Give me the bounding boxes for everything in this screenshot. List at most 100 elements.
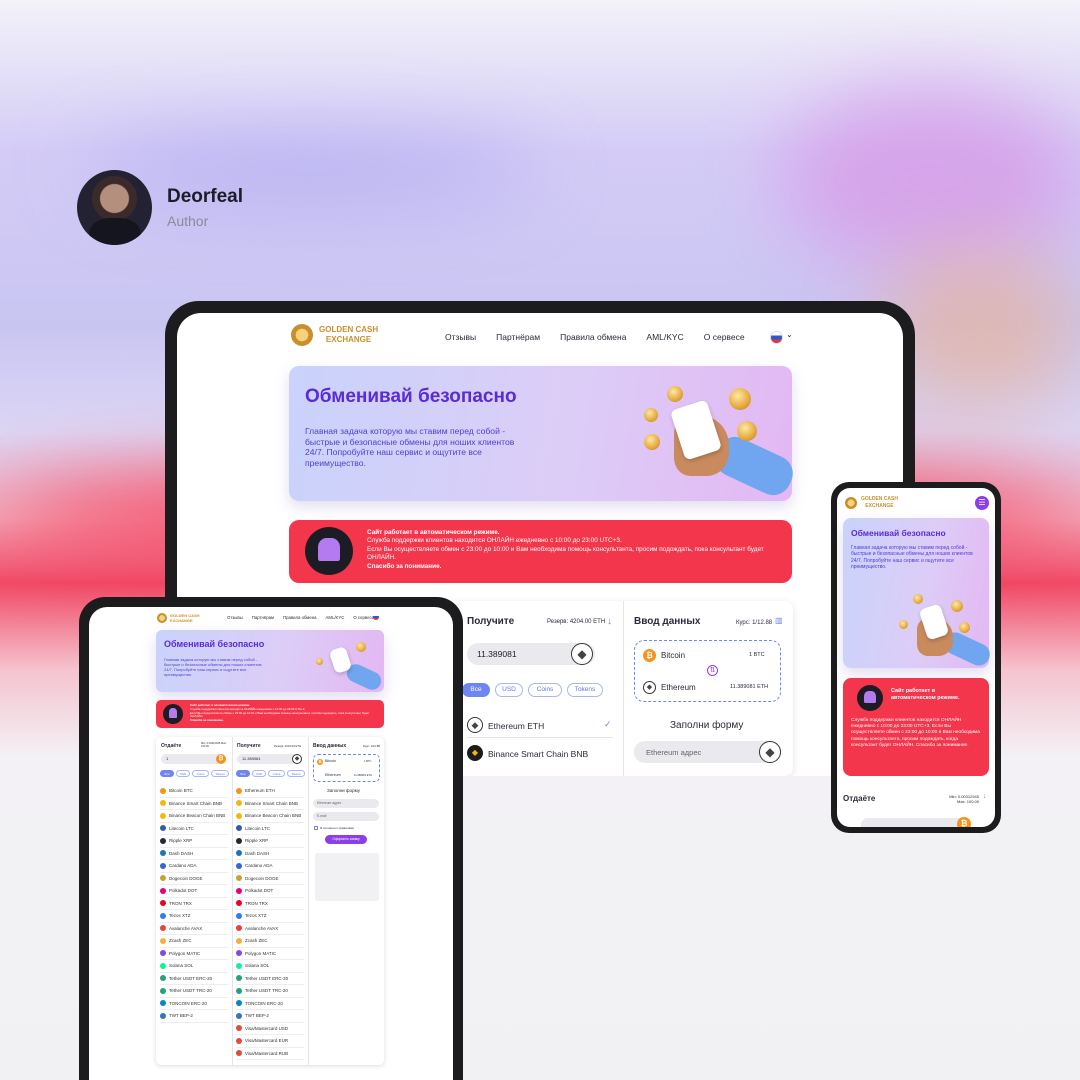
currency-item[interactable]: Dash DASH — [236, 848, 304, 860]
filter-usd[interactable]: USD — [176, 770, 190, 777]
currency-item[interactable]: Visa/Mastercard USD — [236, 1023, 304, 1035]
currency-item[interactable]: Tether USDT TRC-20 — [160, 985, 228, 998]
filter-tokens[interactable]: Tokens — [211, 770, 229, 777]
currency-item[interactable]: Solana SOL — [236, 960, 304, 973]
currency-item[interactable]: TONCOIN ERC-20 — [160, 998, 228, 1010]
logo[interactable]: GOLDEN CASH EXCHANGE — [157, 613, 200, 623]
currency-item[interactable]: Tezos XTZ — [236, 910, 304, 923]
currency-item[interactable]: Polkadot DOT — [160, 885, 228, 898]
currency-item[interactable]: TRON TRX — [160, 898, 228, 910]
currency-item[interactable]: TWT BEP-2 — [160, 1010, 228, 1023]
submit-button[interactable]: Оформить заявку — [325, 835, 367, 844]
currency-item[interactable]: Avalanche AVAX — [160, 923, 228, 935]
filter-coins[interactable]: Coins — [528, 683, 562, 697]
chart-icon[interactable]: ▥ — [775, 616, 783, 625]
nav-reviews[interactable]: Отзывы — [445, 332, 476, 342]
currency-item[interactable]: Visa/Mastercard EUR — [236, 1035, 304, 1048]
currency-item[interactable]: Litecoin LTC — [160, 823, 228, 835]
filter-usd[interactable]: USD — [495, 683, 523, 697]
give-amount-field[interactable] — [861, 818, 971, 827]
filter-tokens[interactable]: Tokens — [287, 770, 305, 777]
sort-arrow-icon[interactable]: ↓ — [983, 793, 987, 800]
currency-icon — [160, 812, 166, 819]
brand-line2: EXCHANGE — [170, 618, 193, 623]
email-field[interactable]: E-mail — [313, 812, 379, 821]
currency-item[interactable]: Cardano ADA — [160, 860, 228, 873]
currency-item[interactable]: Zcash ZEC — [160, 935, 228, 948]
bell-icon — [305, 527, 353, 575]
currency-icon — [160, 912, 166, 919]
currency-item[interactable]: Dogecoin DOGE — [160, 873, 228, 885]
check-icon: ✓ — [604, 719, 612, 729]
filter-all[interactable]: Все — [462, 683, 490, 697]
currency-item[interactable]: Tezos XTZ — [160, 910, 228, 923]
filter-all[interactable]: Все — [236, 770, 250, 777]
currency-item[interactable]: Polygon MATIC — [160, 948, 228, 960]
currency-label: Dash DASH — [245, 850, 270, 856]
chevron-down-icon[interactable]: ⌄ — [786, 330, 793, 339]
filter-all[interactable]: Все — [160, 770, 174, 777]
currency-item[interactable]: Binance Beacon Chain BNB — [236, 810, 304, 823]
currency-icon — [160, 1000, 166, 1007]
alert-text: Сайт работает в автоматическом режиме. Сл… — [190, 703, 378, 723]
nav-about[interactable]: О сервесе — [353, 615, 374, 620]
sort-arrow-icon[interactable]: ↓ — [607, 616, 612, 627]
nav-about[interactable]: О сервесе — [704, 332, 745, 342]
receive-amount-field[interactable]: 11.389081 — [237, 754, 299, 764]
alert-banner: Сайт работает в автоматическом режиме. Сл… — [156, 700, 384, 728]
nav-aml[interactable]: AML/KYC — [326, 615, 345, 620]
currency-item[interactable]: Zcash ZEC — [236, 935, 304, 948]
filter-usd[interactable]: USD — [252, 770, 266, 777]
currency-item[interactable]: TONCOIN ERC-20 — [236, 998, 304, 1010]
currency-label: Ripple XRP — [169, 838, 193, 844]
currency-item[interactable]: Ripple XRP — [160, 835, 228, 848]
currency-item[interactable]: Tether USDT ERC-20 — [236, 973, 304, 985]
bitcoin-icon: ₿ — [957, 817, 971, 827]
currency-item[interactable]: Cardano ADA — [236, 860, 304, 873]
currency-item[interactable]: Tether USDT TRC-20 — [236, 985, 304, 998]
currency-item[interactable]: Ethereum ETH — [236, 785, 304, 798]
hero-text: Главная задача которую мы ставим перед с… — [164, 657, 262, 677]
nav-rules[interactable]: Правила обмена — [560, 332, 626, 342]
currency-item[interactable]: Binance Smart Chain BNB — [236, 798, 304, 810]
nav-aml[interactable]: AML/KYC — [646, 332, 683, 342]
currency-item[interactable]: Avalanche AVAX — [236, 923, 304, 935]
currency-item[interactable]: Dogecoin DOGE — [236, 873, 304, 885]
nav-partners[interactable]: Партнёрам — [252, 615, 274, 620]
currency-item[interactable]: Bitcoin BTC — [160, 785, 228, 798]
currency-item[interactable]: Polygon MATIC — [236, 948, 304, 960]
nav-rules[interactable]: Правила обмена — [283, 615, 317, 620]
currency-item[interactable]: Binance Smart Chain BNB — [488, 749, 588, 759]
currency-item[interactable]: Litecoin LTC — [236, 823, 304, 835]
currency-item[interactable]: Polkadot DOT — [236, 885, 304, 898]
entry-rate: Курс: 1/12.88 — [736, 620, 773, 626]
currency-item[interactable]: Visa/Mastercard RUB — [236, 1048, 304, 1060]
currency-item[interactable]: Binance Smart Chain BNB — [160, 798, 228, 810]
currency-item[interactable]: Solana SOL — [160, 960, 228, 973]
currency-item[interactable]: Ethereum ETH — [488, 721, 544, 731]
form-title: Заполни форму — [670, 720, 744, 731]
filter-tokens[interactable]: Tokens — [567, 683, 603, 697]
eth-address-field[interactable]: Ethereum адрес — [313, 799, 379, 808]
currency-item[interactable]: Dash DASH — [160, 848, 228, 860]
currency-item[interactable]: TRON TRX — [236, 898, 304, 910]
logo[interactable]: GOLDEN CASH EXCHANGE — [291, 324, 378, 346]
agree-checkbox[interactable] — [314, 826, 318, 830]
currency-item[interactable]: TWT BEP-2 — [236, 1010, 304, 1023]
currency-item[interactable]: Tether USDT ERC-20 — [160, 973, 228, 985]
currency-label: Binance Smart Chain BNB — [169, 800, 223, 806]
flag-ru-icon[interactable] — [373, 614, 379, 620]
currency-label: Zcash ZEC — [245, 938, 268, 944]
menu-icon[interactable]: ☰ — [975, 496, 989, 510]
currency-icon — [236, 950, 242, 957]
flag-ru-icon[interactable] — [770, 331, 783, 344]
currency-item[interactable]: Ripple XRP — [236, 835, 304, 848]
nav-partners[interactable]: Партнёрам — [496, 332, 540, 342]
give-amount-field[interactable]: 1 — [161, 754, 223, 764]
swap-icon[interactable]: ⇅ — [707, 665, 718, 676]
filter-coins[interactable]: Coins — [268, 770, 285, 777]
logo[interactable]: GOLDEN CASH EXCHANGE — [845, 496, 898, 510]
currency-item[interactable]: Binance Beacon Chain BNB — [160, 810, 228, 823]
nav-reviews[interactable]: Отзывы — [227, 615, 243, 620]
filter-coins[interactable]: Coins — [192, 770, 209, 777]
